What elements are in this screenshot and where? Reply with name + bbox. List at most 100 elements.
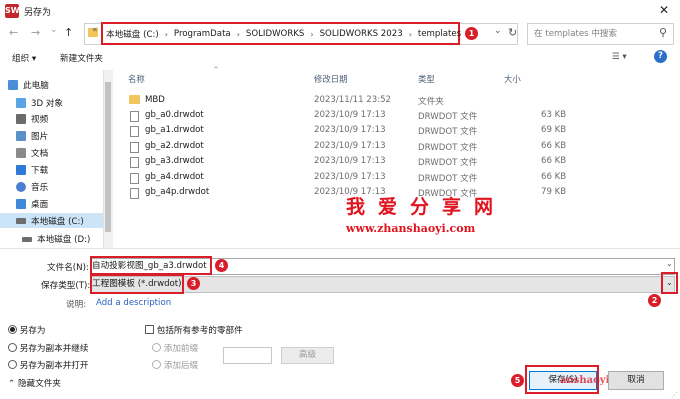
list-item[interactable]: gb_a3.drwdot 2023/10/9 17:13 DRWDOT 文件 6…	[128, 155, 584, 170]
list-item[interactable]: gb_a2.drwdot 2023/10/9 17:13 DRWDOT 文件 6…	[128, 140, 584, 155]
filename-highlight-box	[90, 256, 212, 275]
breadcrumb-item[interactable]: 本地磁盘 (C:)	[106, 28, 159, 40]
sidebar-item-drive-c[interactable]: 本地磁盘 (C:)	[16, 214, 84, 228]
filename-dropdown-icon[interactable]: ⌄	[666, 259, 673, 268]
column-header-size[interactable]: 大小	[504, 73, 521, 85]
file-icon	[130, 173, 139, 184]
radio-add-prefix[interactable]: 添加前缀	[152, 342, 198, 354]
close-icon[interactable]: ✕	[659, 3, 669, 17]
filetype-highlight-box	[90, 274, 184, 294]
resize-grip-icon[interactable]: ⋰	[671, 391, 678, 399]
folder-icon	[129, 95, 140, 104]
up-folder-icon[interactable]: ↑	[64, 26, 73, 39]
address-dropdown-icon[interactable]: ⌄	[494, 26, 502, 36]
file-type: DRWDOT 文件	[418, 158, 478, 168]
sidebar-item-3d-objects[interactable]: 3D 对象	[16, 96, 63, 110]
chevron-right-icon: ›	[310, 29, 314, 39]
view-options-icon[interactable]: ☰ ▾	[612, 52, 627, 62]
breadcrumb-item[interactable]: ProgramData	[174, 29, 231, 39]
file-icon	[130, 111, 139, 122]
list-item[interactable]: gb_a0.drwdot 2023/10/9 17:13 DRWDOT 文件 6…	[128, 109, 584, 124]
file-type: DRWDOT 文件	[418, 127, 478, 137]
file-name: gb_a3.drwdot	[145, 156, 204, 166]
file-type: DRWDOT 文件	[418, 174, 478, 184]
filetype-label: 保存类型(T):	[41, 281, 91, 291]
radio-save-copy-open[interactable]: 另存为副本并打开	[8, 359, 89, 371]
radio-selected-icon	[8, 325, 17, 334]
forward-arrow-icon[interactable]: →	[31, 26, 40, 39]
watermark-title: 我爱分享网	[346, 196, 507, 218]
file-date: 2023/10/9 17:13	[314, 125, 386, 135]
add-description-link[interactable]: Add a description	[96, 298, 171, 308]
step-badge-5: 5	[511, 374, 524, 387]
back-arrow-icon[interactable]: ←	[9, 26, 18, 39]
file-type: DRWDOT 文件	[418, 112, 478, 122]
file-name: gb_a2.drwdot	[145, 141, 204, 151]
desktop-icon	[16, 199, 26, 209]
3d-objects-icon	[16, 98, 26, 108]
recent-dropdown-icon[interactable]: ⌄	[50, 25, 58, 35]
organize-menu[interactable]: 组织 ▾	[12, 52, 36, 64]
file-size: 79 KB	[541, 187, 567, 197]
refresh-icon[interactable]: ↻	[508, 26, 517, 39]
filename-label: 文件名(N):	[47, 263, 89, 273]
sidebar-item-downloads[interactable]: 下载	[16, 163, 48, 177]
file-size: 66 KB	[541, 172, 567, 182]
file-name: MBD	[145, 95, 165, 105]
sidebar-item-desktop[interactable]: 桌面	[16, 197, 48, 211]
file-icon	[130, 188, 139, 199]
advanced-button[interactable]: 高级	[281, 347, 334, 364]
sidebar-item-this-pc[interactable]: 此电脑	[8, 78, 49, 92]
sidebar-item-drive-d[interactable]: 本地磁盘 (D:)	[22, 232, 90, 246]
file-date: 2023/10/9 17:13	[314, 141, 386, 151]
breadcrumb-overflow-icon[interactable]: «	[92, 25, 98, 35]
description-label: 说明:	[66, 300, 87, 310]
sidebar-item-documents[interactable]: 文档	[16, 146, 48, 160]
list-item[interactable]: MBD 2023/11/11 23:52 文件夹	[128, 94, 584, 109]
search-input[interactable]: 在 templates 中搜索	[527, 23, 674, 45]
radio-save-as[interactable]: 另存为	[8, 324, 46, 336]
include-refs-checkbox[interactable]: 包括所有参考的零部件	[145, 324, 243, 336]
chevron-right-icon: ›	[408, 29, 412, 39]
cancel-button[interactable]: 取消	[608, 371, 664, 390]
drive-icon	[16, 218, 26, 224]
sidebar-item-pictures[interactable]: 图片	[16, 129, 48, 143]
solidworks-app-icon: SW	[5, 4, 20, 18]
document-icon	[16, 148, 26, 158]
column-header-name[interactable]: 名称	[128, 73, 145, 85]
sidebar-item-music[interactable]: 音乐	[16, 180, 48, 194]
step-badge-3: 3	[187, 277, 200, 290]
music-icon	[16, 182, 26, 192]
step-badge-2: 2	[648, 294, 661, 307]
file-icon	[130, 157, 139, 168]
list-item[interactable]: gb_a4.drwdot 2023/10/9 17:13 DRWDOT 文件 6…	[128, 171, 584, 186]
breadcrumb-item[interactable]: SOLIDWORKS	[246, 29, 304, 39]
file-size: 69 KB	[541, 125, 567, 135]
navigation-pane: 此电脑 3D 对象 视频 图片 文档 下载 音乐 桌面 本地磁盘 (C:) 本地…	[0, 70, 114, 248]
radio-icon	[152, 343, 161, 352]
sidebar-item-videos[interactable]: 视频	[16, 112, 48, 126]
sidebar-scrollbar-thumb[interactable]	[105, 82, 111, 232]
window-title: 另存为	[24, 8, 52, 18]
help-icon[interactable]: ?	[654, 50, 667, 63]
file-date: 2023/10/9 17:13	[314, 172, 386, 182]
breadcrumb-item[interactable]: templates	[418, 29, 461, 39]
prefix-suffix-input[interactable]	[223, 347, 272, 364]
column-header-type[interactable]: 类型	[418, 73, 435, 85]
drive-icon	[22, 236, 32, 242]
breadcrumb-item[interactable]: SOLIDWORKS 2023	[320, 29, 403, 39]
file-type: DRWDOT 文件	[418, 143, 478, 153]
radio-add-suffix[interactable]: 添加后缀	[152, 359, 198, 371]
column-header-date[interactable]: 修改日期	[314, 73, 348, 85]
hide-folders-toggle[interactable]: ⌃ 隐藏文件夹	[8, 377, 61, 389]
new-folder-button[interactable]: 新建文件夹	[60, 52, 103, 64]
search-icon: ⚲	[659, 26, 668, 39]
file-date: 2023/11/11 23:52	[314, 95, 392, 105]
checkbox-icon	[145, 325, 154, 334]
file-size: 66 KB	[541, 156, 567, 166]
chevron-up-icon: ⌃	[8, 379, 16, 389]
chevron-down-icon[interactable]: ⌄	[666, 278, 673, 287]
radio-save-copy-continue[interactable]: 另存为副本并继续	[8, 342, 89, 354]
file-date: 2023/10/9 17:13	[314, 110, 386, 120]
list-item[interactable]: gb_a1.drwdot 2023/10/9 17:13 DRWDOT 文件 6…	[128, 124, 584, 139]
